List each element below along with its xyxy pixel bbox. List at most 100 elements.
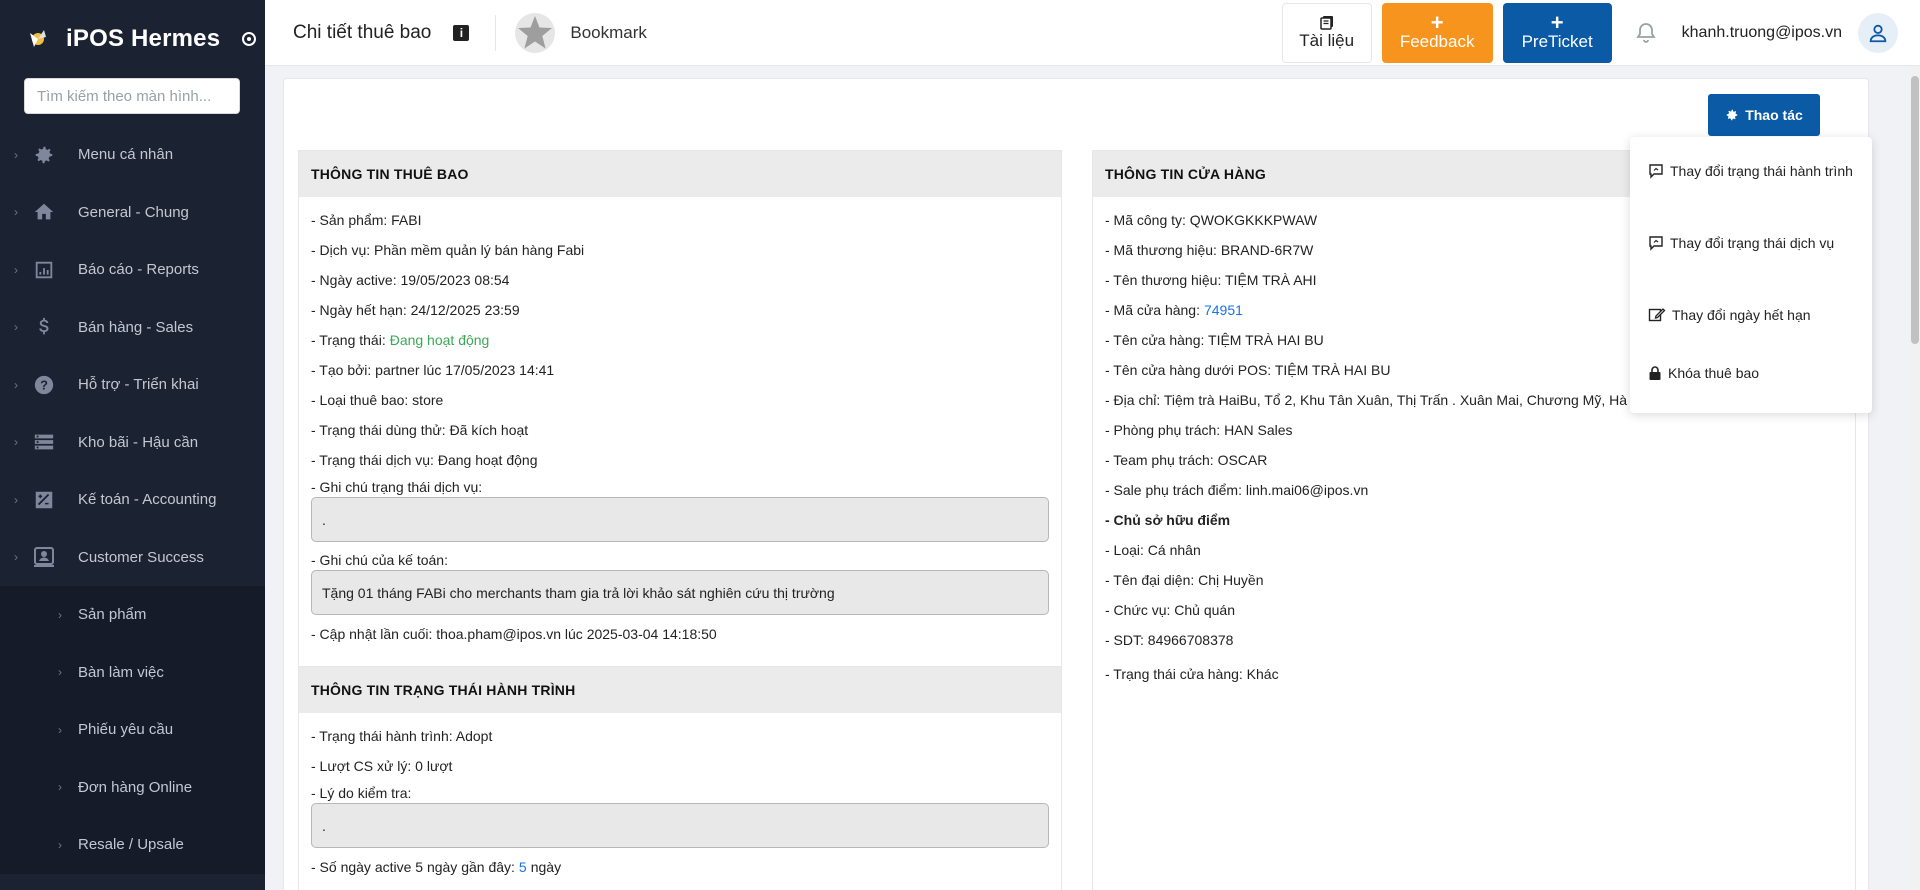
- subscription-heading: THÔNG TIN THUÊ BAO: [299, 151, 1061, 197]
- store-code-link[interactable]: 74951: [1204, 302, 1243, 318]
- actions-dropdown: Thay đổi trạng thái hành trình Thay đổi …: [1630, 137, 1872, 413]
- team-row: - Team phụ trách: OSCAR: [1105, 452, 1268, 468]
- home-icon: [32, 200, 56, 224]
- sidebar: iPOS Hermes › Menu cá nhân › General - C…: [0, 0, 265, 890]
- menu-item-label: Thay đổi trạng thái hành trình: [1670, 163, 1853, 179]
- reason-box: .: [311, 803, 1049, 848]
- logo-icon: [30, 30, 46, 47]
- status-value: Đang hoạt động: [389, 332, 490, 348]
- feedback-label: Feedback: [1399, 31, 1475, 51]
- customer-success-submenu: › Sản phẩm › Bàn làm việc › Phiếu yêu cầ…: [0, 586, 265, 874]
- chevron-right-icon: ›: [58, 665, 62, 680]
- sidebar-item-label: Bán hàng - Sales: [78, 318, 194, 336]
- top-header: Chi tiết thuê bao i Bookmark Tài liệu + …: [265, 0, 1920, 66]
- user-email[interactable]: khanh.truong@ipos.vn: [1682, 24, 1842, 42]
- dollar-icon: [32, 315, 56, 339]
- submenu-item-san-pham[interactable]: › Sản phẩm: [0, 586, 265, 644]
- feedback-button[interactable]: + Feedback: [1381, 2, 1493, 63]
- status-label: - Trạng thái:: [311, 332, 386, 348]
- sidebar-item-accounting[interactable]: › Kế toán - Accounting: [0, 471, 265, 529]
- scrollbar-thumb[interactable]: [1911, 76, 1919, 344]
- sidebar-item-customer-success[interactable]: › Customer Success: [0, 528, 265, 586]
- submenu-item-don-hang-online[interactable]: › Đơn hàng Online: [0, 759, 265, 817]
- brand-name: iPOS Hermes: [66, 25, 221, 52]
- active-days-unit: ngày: [530, 859, 562, 875]
- chevron-right-icon: ›: [58, 837, 62, 852]
- svg-text:?: ?: [40, 377, 48, 392]
- avatar[interactable]: [1858, 12, 1898, 53]
- chevron-right-icon: ›: [14, 262, 18, 277]
- sidebar-nav: › Menu cá nhân › General - Chung › Báo c…: [0, 126, 265, 874]
- sidebar-item-warehouse[interactable]: › Kho bãi - Hậu cần: [0, 414, 265, 472]
- submenu-item-label: Sản phẩm: [78, 606, 147, 624]
- plus-icon: +: [1430, 9, 1444, 35]
- accounting-icon: [32, 488, 56, 512]
- sidebar-item-sales[interactable]: › Bán hàng - Sales: [0, 299, 265, 357]
- chevron-right-icon: ›: [14, 550, 18, 565]
- subscription-panel: THÔNG TIN THUÊ BAO - Sản phẩm: FABI - Dị…: [298, 150, 1062, 670]
- chevron-right-icon: ›: [58, 607, 62, 622]
- gear-icon: [32, 143, 56, 167]
- bookmark-label[interactable]: Bookmark: [570, 23, 647, 43]
- service-note-label: - Ghi chú trạng thái dịch vụ:: [311, 479, 483, 495]
- sidebar-item-menu-ca-nhan[interactable]: › Menu cá nhân: [0, 126, 265, 184]
- page-scrollbar[interactable]: [1910, 66, 1920, 890]
- docs-button[interactable]: Tài liệu: [1281, 2, 1372, 63]
- menu-item-lock-subscription[interactable]: Khóa thuê bao: [1648, 365, 1759, 381]
- service-note-box: .: [311, 497, 1049, 542]
- preticket-button[interactable]: + PreTicket: [1502, 2, 1612, 63]
- screen-search-input[interactable]: [24, 78, 240, 114]
- service-row: - Dịch vụ: Phần mềm quản lý bán hàng Fab…: [311, 242, 585, 258]
- chevron-right-icon: ›: [14, 205, 18, 220]
- preticket-label: PreTicket: [1521, 31, 1593, 51]
- chevron-right-icon: ›: [14, 435, 18, 450]
- product-row: - Sản phẩm: FABI: [311, 212, 422, 228]
- submenu-item-label: Phiếu yêu cầu: [78, 721, 174, 739]
- active-days-label: - Số ngày active 5 ngày gần đây:: [311, 859, 515, 875]
- sidebar-item-support[interactable]: › ? Hỗ trợ - Triển khai: [0, 356, 265, 414]
- owner-heading-row: - Chủ sở hữu điểm: [1105, 512, 1231, 528]
- journey-status-row: - Trạng thái hành trình: Adopt: [311, 728, 493, 744]
- journey-heading: THÔNG TIN TRẠNG THÁI HÀNH TRÌNH: [299, 667, 1061, 713]
- plus-icon: +: [1550, 9, 1564, 35]
- chevron-right-icon: ›: [14, 377, 18, 392]
- submenu-item-label: Bàn làm việc: [78, 663, 164, 681]
- menu-item-change-expiry-date[interactable]: Thay đổi ngày hết hạn: [1648, 307, 1811, 323]
- menu-item-change-journey-status[interactable]: Thay đổi trạng thái hành trình: [1648, 163, 1853, 179]
- info-icon[interactable]: i: [453, 24, 470, 41]
- sidebar-item-label: Customer Success: [78, 548, 204, 566]
- bell-icon[interactable]: [1634, 21, 1658, 45]
- submenu-item-phieu-yeu-cau[interactable]: › Phiếu yêu cầu: [0, 701, 265, 759]
- comment-edit-icon: [1649, 164, 1663, 179]
- submenu-item-ban-lam-viec[interactable]: › Bàn làm việc: [0, 644, 265, 702]
- lock-icon: [1649, 366, 1661, 380]
- sidebar-item-reports[interactable]: › Báo cáo - Reports: [0, 241, 265, 299]
- target-icon[interactable]: [242, 32, 257, 46]
- reason-label: - Lý do kiểm tra:: [311, 785, 412, 801]
- service-status-row: - Trạng thái dịch vụ: Đang hoạt động: [311, 452, 538, 468]
- position-row: - Chức vụ: Chủ quán: [1105, 602, 1235, 618]
- department-row: - Phòng phụ trách: HAN Sales: [1105, 422, 1293, 438]
- created-by-row: - Tạo bởi: partner lúc 17/05/2023 14:41: [311, 362, 555, 378]
- active-date-row: - Ngày active: 19/05/2023 08:54: [311, 272, 510, 288]
- menu-item-change-service-status[interactable]: Thay đổi trạng thái dịch vụ: [1648, 235, 1834, 251]
- sidebar-item-general[interactable]: › General - Chung: [0, 184, 265, 242]
- chevron-right-icon: ›: [58, 722, 62, 737]
- menu-item-label: Khóa thuê bao: [1668, 365, 1760, 381]
- docs-label: Tài liệu: [1299, 30, 1355, 50]
- actions-button[interactable]: Thao tác: [1708, 94, 1820, 136]
- expiry-date-row: - Ngày hết hạn: 24/12/2025 23:59: [311, 302, 520, 318]
- sidebar-item-label: General - Chung: [78, 203, 189, 221]
- store-code-label: - Mã cửa hàng:: [1105, 302, 1200, 318]
- sidebar-item-label: Kế toán - Accounting: [78, 491, 217, 509]
- page-title: Chi tiết thuê bao: [293, 21, 432, 43]
- chevron-right-icon: ›: [14, 147, 18, 162]
- chevron-right-icon: ›: [14, 320, 18, 335]
- accounting-note-label: - Ghi chú của kế toán:: [311, 552, 448, 568]
- comment-edit-icon: [1649, 236, 1663, 251]
- submenu-item-resale-upsale[interactable]: › Resale / Upsale: [0, 816, 265, 874]
- last-update-row: - Cập nhật lần cuối: thoa.pham@ipos.vn l…: [311, 626, 717, 642]
- brand[interactable]: iPOS Hermes: [0, 0, 265, 78]
- owner-type-row: - Loại: Cá nhân: [1105, 542, 1201, 558]
- star-icon[interactable]: [514, 12, 556, 54]
